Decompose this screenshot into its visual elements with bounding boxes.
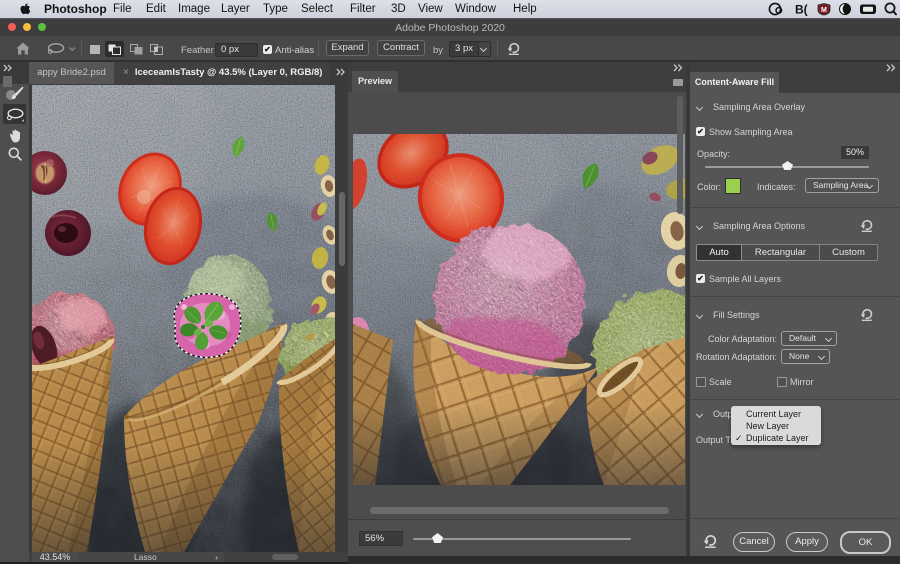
- svg-text:B(: B(: [795, 3, 808, 17]
- svg-text:M: M: [821, 7, 827, 14]
